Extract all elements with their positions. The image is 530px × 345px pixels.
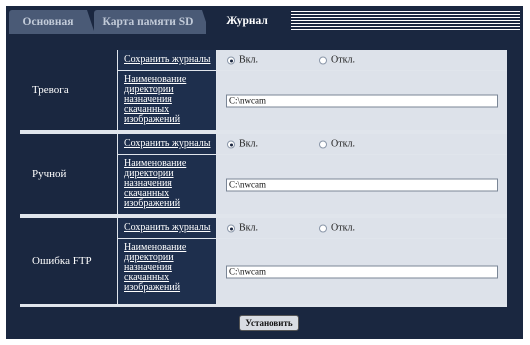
save-log-label[interactable]: Сохранить журналы [118,134,216,154]
dir-input[interactable] [226,265,498,278]
save-log-options: Вкл. Откл. [217,134,507,154]
radio-selected-icon [227,56,235,64]
save-log-label[interactable]: Сохранить журналы [118,50,216,70]
save-log-on-radio[interactable]: Вкл. [227,223,258,234]
tab-label: Карта памяти SD [102,16,194,28]
save-log-row: Сохранить журналы Вкл. Откл. [118,50,507,70]
save-log-off-radio[interactable]: Откл. [319,139,355,150]
content-panel: Тревога Сохранить журналы Вкл. Откл. Наи… [6,34,523,339]
dir-row: Наименование директории назначения скача… [118,155,507,214]
save-log-off-radio[interactable]: Откл. [319,223,355,234]
group-ftp-error: Ошибка FTP Сохранить журналы Вкл. Откл. [20,218,507,304]
save-log-row: Сохранить журналы Вкл. Откл. [118,134,507,154]
tab-basic[interactable]: Основная [9,10,95,34]
group-manual: Ручной Сохранить журналы Вкл. Откл. Наим… [20,134,507,214]
dir-value-cell [217,71,507,130]
tab-bar: Основная Карта памяти SD Журнал [6,6,523,34]
dir-label[interactable]: Наименование директории назначения скача… [118,155,216,214]
group-label: Ошибка FTP [20,218,117,304]
tab-bar-stripes [291,11,520,30]
group-label: Тревога [20,50,117,130]
group-label: Ручной [20,134,117,214]
radio-empty-icon [319,224,327,232]
dir-label[interactable]: Наименование директории назначения скача… [118,239,216,304]
dir-value-cell [217,239,507,304]
radio-label: Откл. [331,54,355,66]
radio-label: Откл. [331,138,355,150]
settings-table: Тревога Сохранить журналы Вкл. Откл. Наи… [20,50,507,307]
radio-selected-icon [227,140,235,148]
radio-label: Вкл. [239,222,259,234]
radio-empty-icon [319,56,327,64]
tab-label: Журнал [226,14,268,27]
group-alarm: Тревога Сохранить журналы Вкл. Откл. Наи… [20,50,507,130]
save-log-on-radio[interactable]: Вкл. [227,139,258,150]
save-log-on-radio[interactable]: Вкл. [227,55,258,66]
dir-input[interactable] [226,178,498,191]
radio-empty-icon [319,140,327,148]
dir-value-cell [217,155,507,214]
tab-log[interactable]: Журнал [206,7,288,34]
dir-input[interactable] [226,94,498,107]
radio-selected-icon [227,224,235,232]
save-log-options: Вкл. Откл. [217,50,507,70]
tab-label: Основная [22,16,74,28]
save-log-options: Вкл. Откл. [217,218,507,238]
dir-row: Наименование директории назначения скача… [118,71,507,130]
dir-label[interactable]: Наименование директории назначения скача… [118,71,216,130]
save-log-off-radio[interactable]: Откл. [319,55,355,66]
radio-label: Откл. [331,222,355,234]
radio-label: Вкл. [239,54,259,66]
log-settings-page: Основная Карта памяти SD Журнал Тревога … [0,0,530,345]
set-button[interactable]: Установить [239,315,299,331]
dir-row: Наименование директории назначения скача… [118,239,507,304]
radio-label: Вкл. [239,138,259,150]
save-log-row: Сохранить журналы Вкл. Откл. [118,218,507,238]
tab-sd-card[interactable]: Карта памяти SD [94,10,210,34]
save-log-label[interactable]: Сохранить журналы [118,218,216,238]
